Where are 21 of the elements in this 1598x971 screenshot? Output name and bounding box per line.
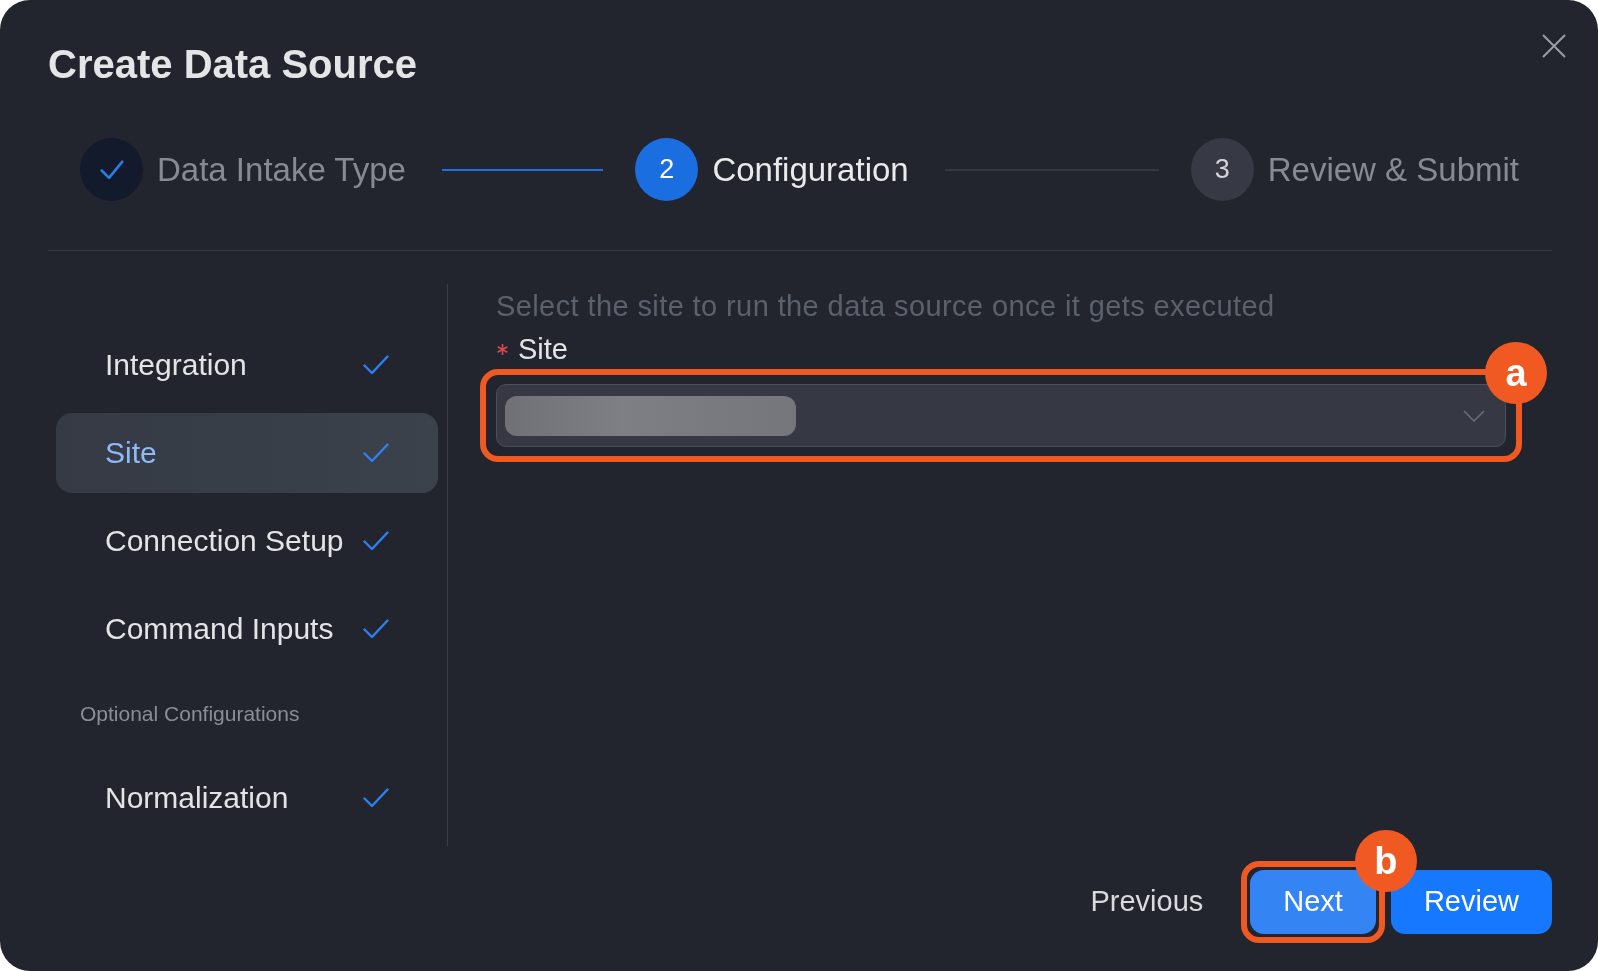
step-label: Review & Submit <box>1267 150 1519 189</box>
close-icon[interactable] <box>1542 34 1566 58</box>
annotation-badge: a <box>1485 342 1547 404</box>
sidebar-item[interactable]: Connection Setup <box>56 501 438 581</box>
description-text: Select the site to run the data source once it gets executed <box>496 290 1276 322</box>
chevron-down-icon <box>1463 409 1485 422</box>
sidebar-item[interactable]: Site <box>56 413 438 493</box>
text-button[interactable]: Previous <box>1070 869 1224 934</box>
sidebar-item[interactable]: Integration <box>56 325 438 405</box>
dialog-title: Create Data Source <box>48 41 418 88</box>
sidebar-item[interactable]: Command Inputs <box>56 589 438 669</box>
section-heading: Optional Configurations <box>79 700 301 727</box>
field-label: Site <box>518 332 568 366</box>
secondary-button[interactable]: Next <box>1250 869 1376 934</box>
step-number: 2 <box>635 138 699 201</box>
step-number: 3 <box>1190 138 1254 201</box>
step-label: Configuration <box>712 150 909 189</box>
annotation-badge: b <box>1354 829 1417 892</box>
step-label: Data Intake Type <box>157 150 406 189</box>
site-select[interactable] <box>496 384 1506 447</box>
sidebar-item[interactable]: Normalization <box>56 758 438 838</box>
